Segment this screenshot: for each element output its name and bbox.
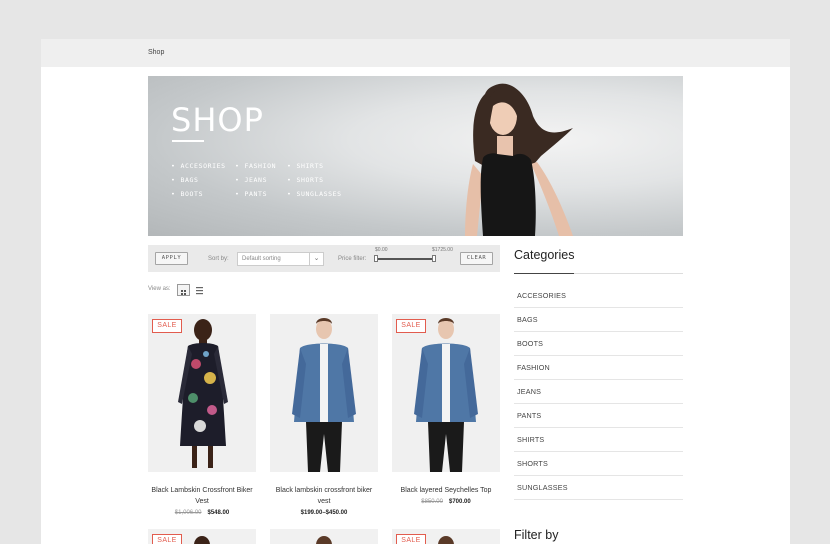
page: Shop SHOP ACCESORIES FASHION SHIRTS BAGS… xyxy=(41,39,790,544)
product-image[interactable]: SALE xyxy=(392,314,500,472)
product-name[interactable]: Black Lambskin Crossfront Biker Vest xyxy=(148,485,256,507)
category-jeans[interactable]: JEANS xyxy=(514,380,683,404)
product-name[interactable]: Black lambskin crossfront biker vest xyxy=(270,485,378,507)
hero-link-accesories[interactable]: ACCESORIES xyxy=(171,162,226,170)
old-price: $1,006.00 xyxy=(174,510,202,516)
hero-link-shorts[interactable]: SHORTS xyxy=(287,176,324,184)
product-image[interactable]: SALE xyxy=(148,314,256,472)
categories-title: Categories xyxy=(514,248,575,262)
categories-divider xyxy=(574,273,683,274)
category-accesories[interactable]: ACCESORIES xyxy=(514,284,683,308)
hero-link-fashion[interactable]: FASHION xyxy=(235,162,276,170)
current-price: $700.00 xyxy=(449,499,471,505)
chevron-down-icon: ⌄ xyxy=(309,253,323,265)
categories-underline xyxy=(514,273,574,274)
price-slider-track[interactable] xyxy=(376,258,435,260)
price-slider-min-handle[interactable] xyxy=(374,255,378,262)
product-price: $850.00 $700.00 xyxy=(392,499,500,505)
price-filter-label: Price filter: xyxy=(338,256,367,262)
product-photo xyxy=(316,536,332,544)
shop-toolbar: APPLY Sort by: Default sorting ⌄ Price f… xyxy=(148,245,500,272)
hero-link-shirts[interactable]: SHIRTS xyxy=(287,162,324,170)
product-photo-denim-shirt xyxy=(292,318,356,472)
price-min: $0.00 xyxy=(375,247,388,253)
category-sunglasses[interactable]: SUNGLASSES xyxy=(514,476,683,500)
sort-label: Sort by: xyxy=(208,256,229,262)
current-price: $199.00–$450.00 xyxy=(300,510,348,516)
breadcrumb-bar: Shop xyxy=(41,39,790,67)
product-price: $199.00–$450.00 xyxy=(270,510,378,516)
hero-link-pants[interactable]: PANTS xyxy=(235,190,267,198)
sale-badge: SALE xyxy=(396,319,426,333)
product-image[interactable]: SALE xyxy=(392,529,500,544)
price-slider-max-handle[interactable] xyxy=(432,255,436,262)
product-name[interactable]: Black layered Seychelles Top xyxy=(392,485,500,496)
current-price: $548.00 xyxy=(207,510,230,516)
sale-badge: SALE xyxy=(152,534,182,544)
product-photo-denim-shirt xyxy=(414,318,478,472)
list-view-icon[interactable] xyxy=(195,286,204,295)
hero-link-jeans[interactable]: JEANS xyxy=(235,176,267,184)
product-photo xyxy=(438,536,454,544)
hero-banner: SHOP ACCESORIES FASHION SHIRTS BAGS JEAN… xyxy=(148,76,683,236)
grid-view-icon[interactable] xyxy=(177,284,190,296)
hero-title: SHOP xyxy=(171,101,264,139)
product-image[interactable] xyxy=(270,314,378,472)
category-bags[interactable]: BAGS xyxy=(514,308,683,332)
view-as-label: View as: xyxy=(148,286,171,292)
hero-link-bags[interactable]: BAGS xyxy=(171,176,199,184)
hero-link-sunglasses[interactable]: SUNGLASSES xyxy=(287,190,342,198)
category-boots[interactable]: BOOTS xyxy=(514,332,683,356)
hero-model-image xyxy=(465,83,573,236)
sort-value: Default sorting xyxy=(242,256,281,262)
sale-badge: SALE xyxy=(396,534,426,544)
product-photo xyxy=(194,536,210,544)
product-image[interactable]: SALE xyxy=(148,529,256,544)
product-price: $1,006.00 $548.00 xyxy=(148,510,256,516)
hero-link-boots[interactable]: BOOTS xyxy=(171,190,203,198)
apply-button[interactable]: APPLY xyxy=(155,252,188,265)
breadcrumb[interactable]: Shop xyxy=(148,49,164,56)
old-price: $850.00 xyxy=(421,499,443,505)
category-shirts[interactable]: SHIRTS xyxy=(514,428,683,452)
product-photo-floral-dress xyxy=(178,319,228,468)
product-image[interactable] xyxy=(270,529,378,544)
filter-by-title: Filter by xyxy=(514,528,559,542)
sale-badge: SALE xyxy=(152,319,182,333)
hero-divider xyxy=(172,140,204,142)
sort-select[interactable]: Default sorting ⌄ xyxy=(237,252,324,266)
price-max: $1725.00 xyxy=(432,247,453,253)
hero-category-links: ACCESORIES FASHION SHIRTS BAGS JEANS SHO… xyxy=(171,162,371,212)
category-fashion[interactable]: FASHION xyxy=(514,356,683,380)
category-shorts[interactable]: SHORTS xyxy=(514,452,683,476)
clear-button[interactable]: CLEAR xyxy=(460,252,493,265)
category-pants[interactable]: PANTS xyxy=(514,404,683,428)
